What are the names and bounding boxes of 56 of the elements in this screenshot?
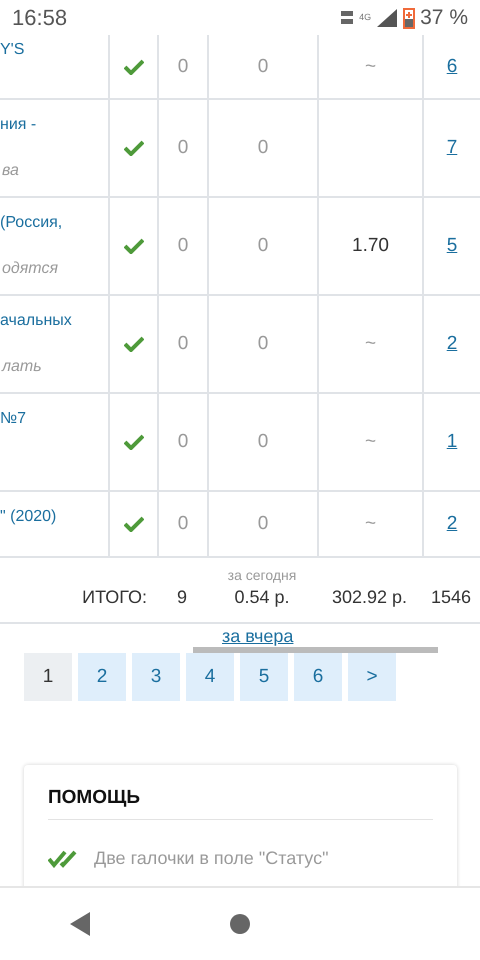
item-note: одятся [1, 260, 59, 278]
battery-percent: 37 % [420, 6, 468, 30]
table-cell: 0 [258, 56, 268, 78]
item-title-link[interactable]: №7 [0, 408, 108, 430]
total-sum: 302.92 р. [330, 587, 408, 608]
item-title-link[interactable]: ачальных [0, 310, 108, 332]
network-type: 4G [359, 12, 372, 22]
count-link[interactable]: 2 [446, 513, 458, 535]
horizontal-scrollbar[interactable] [193, 647, 438, 653]
item-title-link[interactable]: Y'S [0, 39, 108, 61]
table-cell: 0 [178, 56, 188, 78]
battery-icon [403, 6, 416, 28]
status-time: 16:58 [12, 4, 68, 30]
total-label: ИТОГО: [81, 587, 148, 608]
page-button[interactable]: 5 [240, 653, 288, 701]
table-cell: 0 [258, 137, 268, 159]
total-count: 9 [176, 587, 188, 608]
count-link[interactable]: 2 [446, 333, 458, 355]
page-button[interactable]: 1 [24, 653, 72, 701]
back-icon[interactable] [69, 911, 91, 937]
table-cell: 0 [258, 333, 268, 355]
count-link[interactable]: 5 [446, 235, 458, 257]
count-link[interactable]: 6 [446, 56, 458, 78]
table-cell: 1.70 [352, 235, 389, 257]
table-cell: ~ [364, 333, 376, 355]
item-note: ва [1, 162, 20, 180]
page-button[interactable]: 3 [132, 653, 180, 701]
table-cell: 0 [178, 235, 188, 257]
table-cell: 0 [178, 137, 188, 159]
total-views: 1546 [430, 587, 472, 608]
table-cell: 0 [178, 333, 188, 355]
table-cell: 0 [178, 513, 188, 535]
count-link[interactable]: 7 [446, 137, 458, 159]
page-button[interactable]: 4 [186, 653, 234, 701]
table-cell: 0 [258, 235, 268, 257]
item-title-link[interactable]: (Россия, [0, 212, 108, 234]
item-title-link[interactable]: " (2020) [0, 506, 108, 528]
count-link[interactable]: 1 [446, 431, 458, 453]
table-cell: 0 [178, 431, 188, 453]
table-cell: ~ [364, 431, 376, 453]
home-icon[interactable] [229, 913, 251, 935]
page-button[interactable]: 2 [78, 653, 126, 701]
today-amount: 0.54 р. [234, 587, 290, 608]
yesterday-link[interactable]: за вчера [222, 626, 294, 647]
signal-icon [376, 8, 398, 28]
table-cell: 0 [258, 431, 268, 453]
table-cell: ~ [364, 513, 376, 535]
help-title: ПОМОЩЬ [48, 787, 433, 820]
item-note: лать [0, 358, 43, 376]
item-title-link[interactable]: ния - [0, 114, 108, 136]
help-text: Две галочки в поле "Статус" [94, 848, 328, 869]
table-cell: 0 [258, 513, 268, 535]
page-button[interactable]: 6 [294, 653, 342, 701]
table-cell: ~ [364, 56, 376, 78]
page-button[interactable]: > [348, 653, 396, 701]
today-caption: за сегодня [228, 567, 296, 583]
